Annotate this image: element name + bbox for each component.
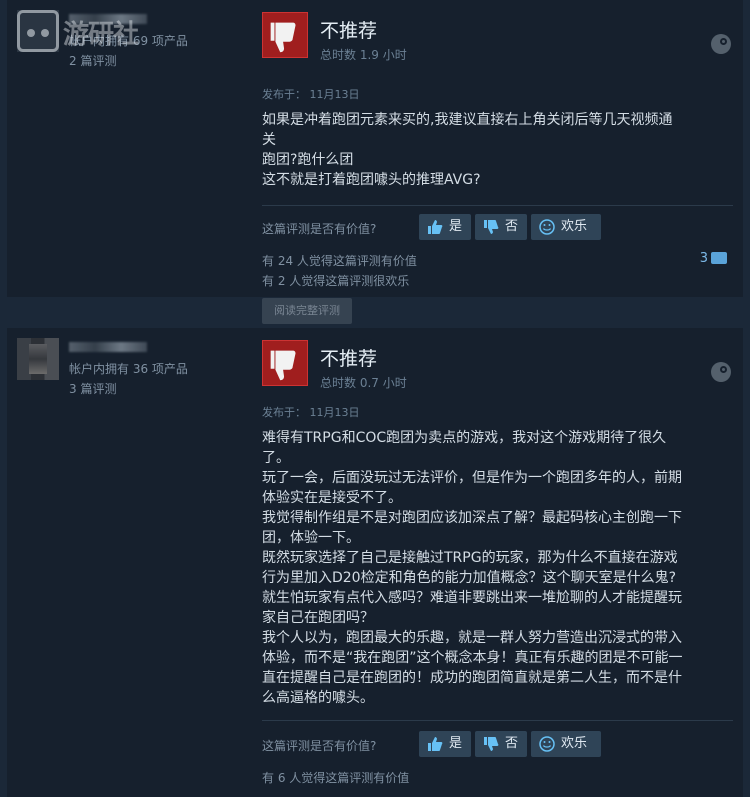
thumb-up-icon <box>427 736 443 752</box>
watermark-logo: 游研社 <box>17 10 157 52</box>
review-count[interactable]: 3 篇评测 <box>69 380 116 397</box>
playtime: 总时数 0.7 小时 <box>320 376 407 390</box>
comment-count[interactable]: 3 <box>700 251 727 266</box>
smiley-icon <box>539 736 555 752</box>
thumb-down-icon <box>483 736 499 752</box>
vote-funny-button[interactable]: 欢乐 <box>531 214 601 240</box>
playtime: 总时数 1.9 小时 <box>320 48 407 62</box>
thumbs-down-icon <box>262 340 308 386</box>
review-verdict: 不推荐 <box>320 348 378 370</box>
review-card: 帐户内拥有 69 项产品 2 篇评测 游研社 不推荐 总时数 1.9 小时 发布… <box>7 0 743 297</box>
thumbs-down-icon <box>262 12 308 58</box>
divider <box>262 720 733 721</box>
review-body: 如果是冲着跑团元素来买的,我建议直接右上角关闭后等几天视频通 关 跑团?跑什么团… <box>262 112 673 188</box>
watermark-text: 游研社 <box>63 20 139 50</box>
comment-icon <box>711 252 727 264</box>
thumb-down-icon <box>483 219 499 235</box>
helpful-question: 这篇评测是否有价值? <box>262 739 377 753</box>
vote-funny-button[interactable]: 欢乐 <box>531 731 601 757</box>
helpful-stat: 有 24 人觉得这篇评测有价值 <box>262 254 417 268</box>
review-card: 帐户内拥有 36 项产品 3 篇评测 不推荐 总时数 0.7 小时 发布于： 1… <box>7 328 743 797</box>
posted-date: 发布于： 11月13日 <box>262 406 360 419</box>
vote-yes-button[interactable]: 是 <box>419 731 471 757</box>
review-count[interactable]: 2 篇评测 <box>69 52 116 69</box>
reviewer-name-blurred[interactable] <box>69 342 147 352</box>
products-owned: 帐户内拥有 36 项产品 <box>69 362 188 376</box>
vote-no-button[interactable]: 否 <box>475 214 527 240</box>
thumb-up-icon <box>427 219 443 235</box>
divider <box>262 205 733 206</box>
helpful-stat: 有 6 人觉得这篇评测有价值 <box>262 771 410 785</box>
steam-icon <box>711 362 731 382</box>
steam-icon <box>711 34 731 54</box>
helpful-question: 这篇评测是否有价值? <box>262 222 377 236</box>
vote-yes-button[interactable]: 是 <box>419 214 471 240</box>
review-verdict: 不推荐 <box>320 20 378 42</box>
funny-stat: 有 2 人觉得这篇评测很欢乐 <box>262 274 410 288</box>
review-body: 难得有TRPG和COC跑团为卖点的游戏，我对这个游戏期待了很久 了。 玩了一会，… <box>262 430 683 706</box>
avatar[interactable] <box>17 338 59 380</box>
vote-no-button[interactable]: 否 <box>475 731 527 757</box>
read-full-review-button[interactable]: 阅读完整评测 <box>262 298 352 324</box>
posted-date: 发布于： 11月13日 <box>262 88 360 101</box>
smiley-icon <box>539 219 555 235</box>
